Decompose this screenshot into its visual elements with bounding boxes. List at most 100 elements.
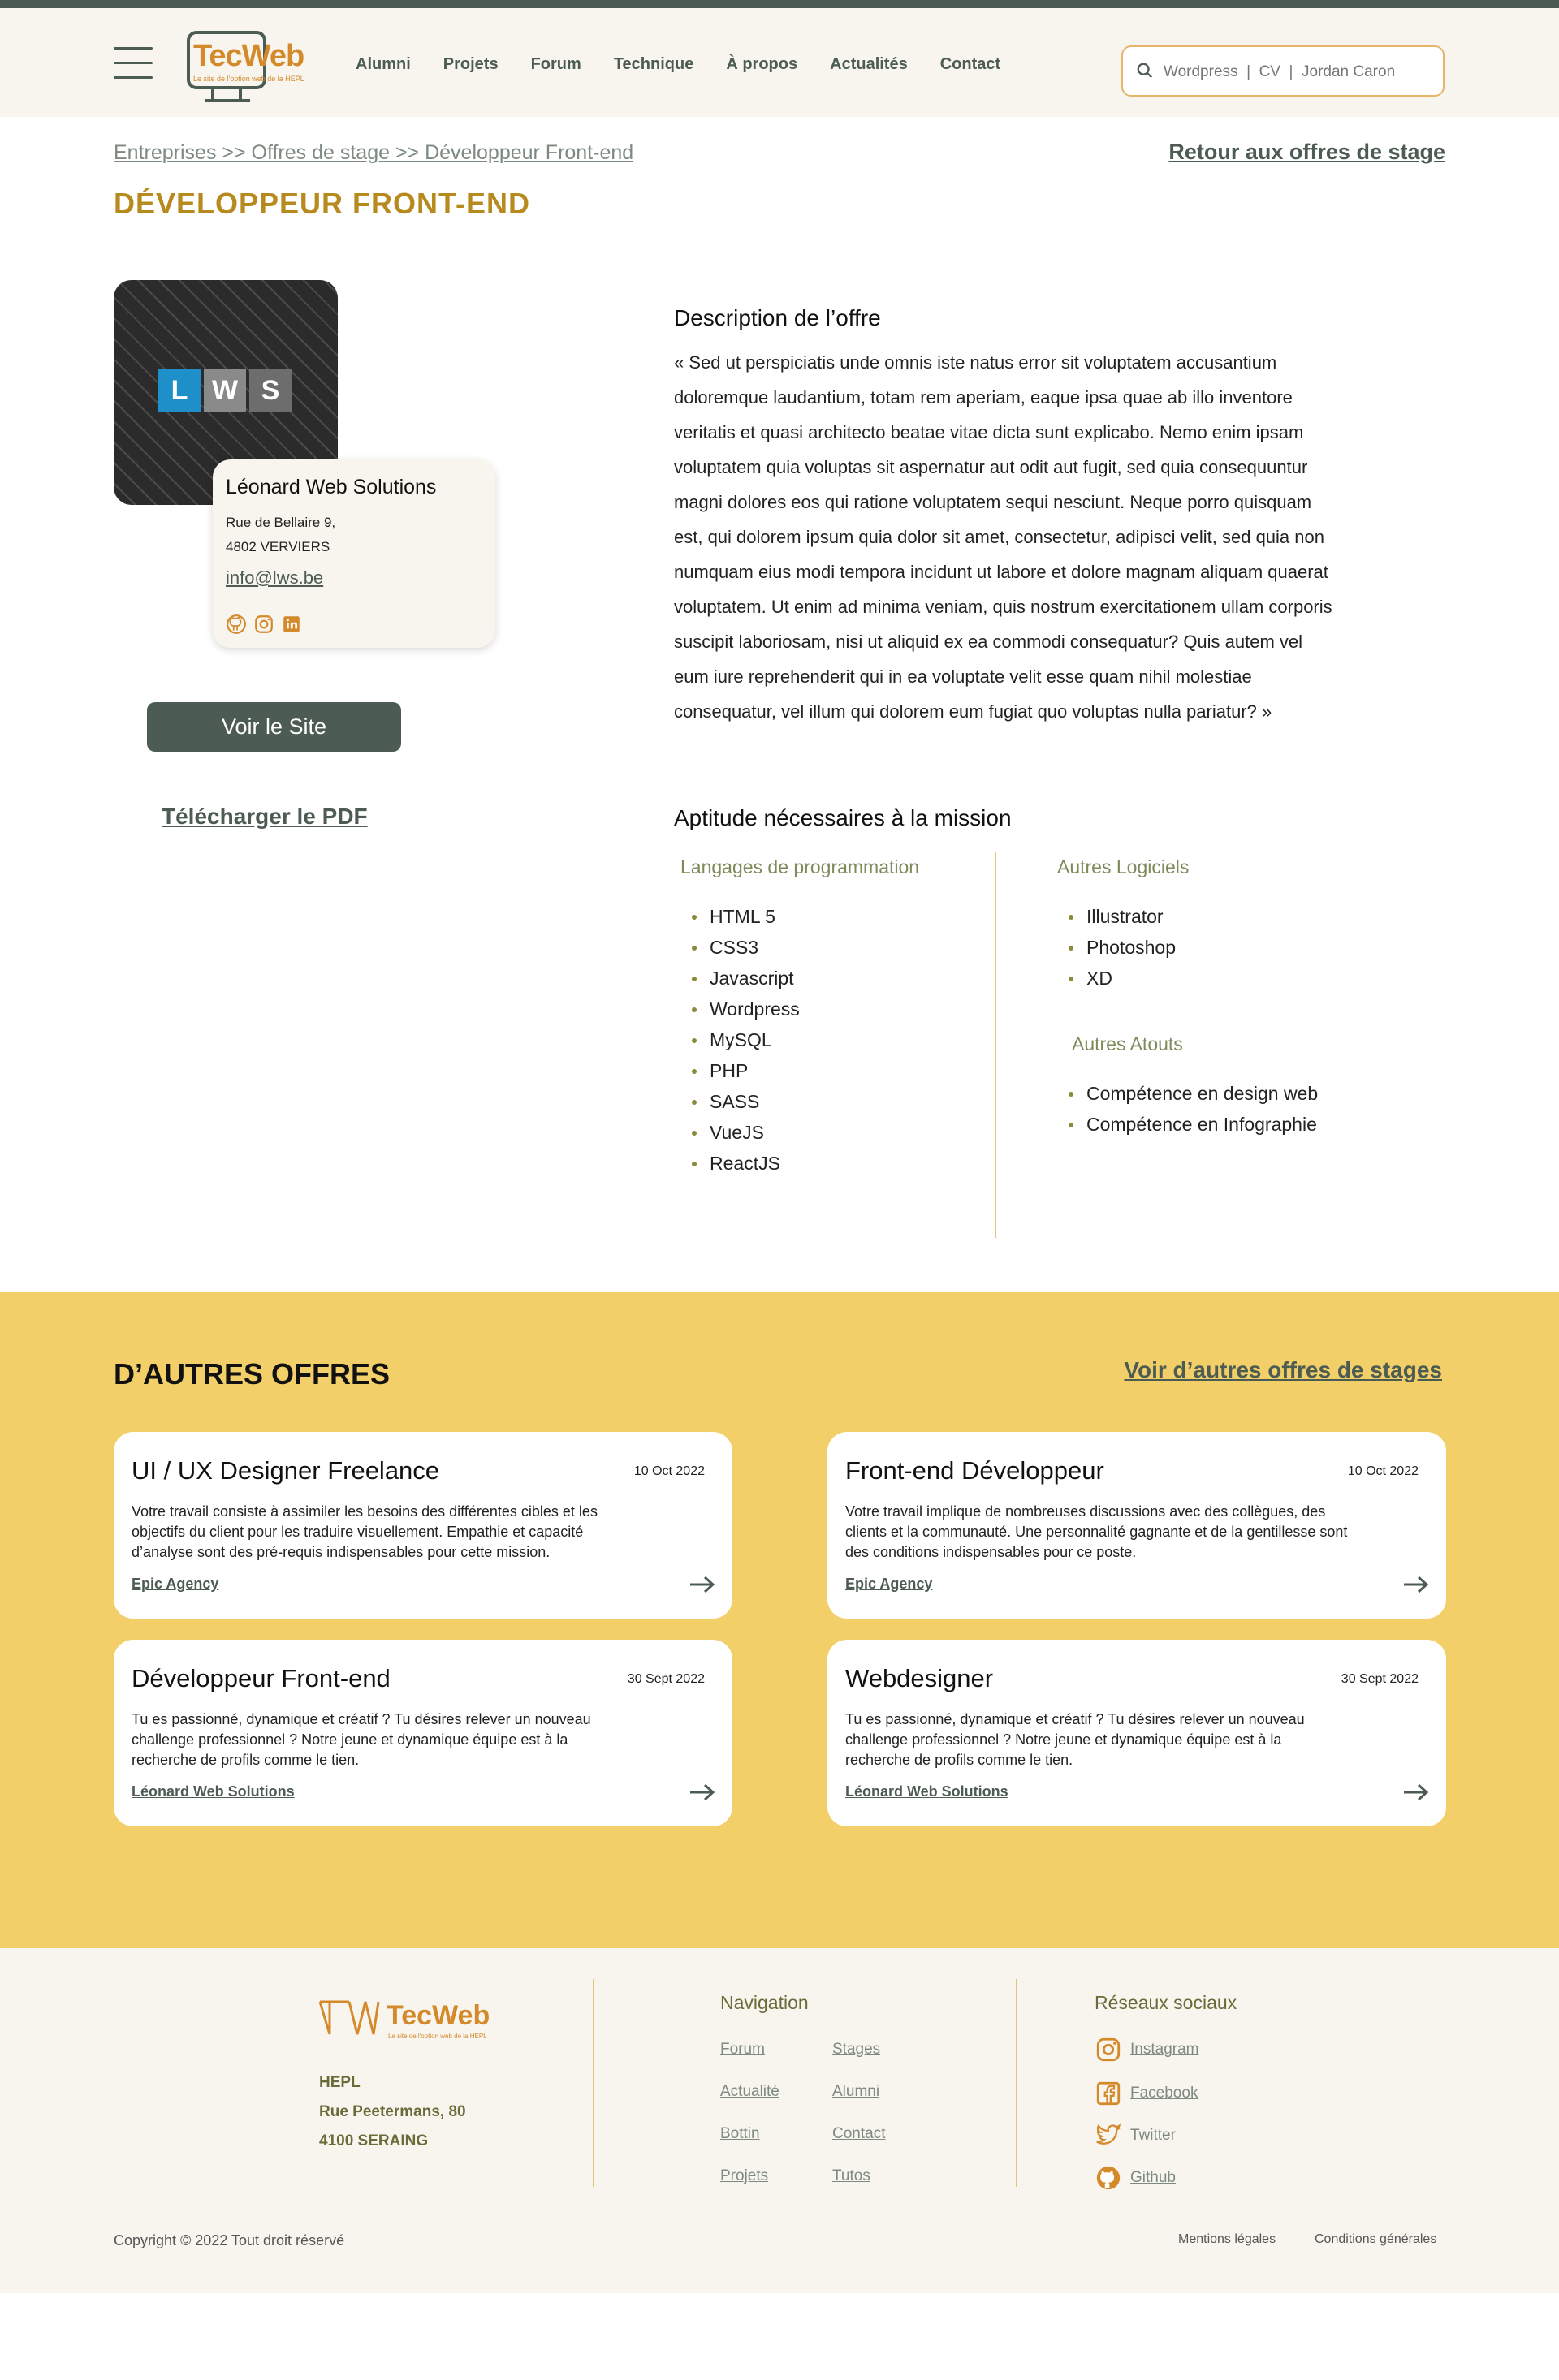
footer-link-stages[interactable]: Stages <box>832 2041 880 2059</box>
address-line: Rue Peetermans, 80 <box>319 2103 466 2120</box>
site-footer: TecWeb Le site de l'option web de la HEP… <box>0 1948 1559 2293</box>
offer-company-link[interactable]: Léonard Web Solutions <box>132 1783 295 1800</box>
company-card: Léonard Web Solutions Rue de Bellaire 9,… <box>213 459 495 648</box>
arrow-right-icon[interactable] <box>1402 1783 1430 1802</box>
company-logo-letters: L W S <box>158 369 292 412</box>
list-item: MySQL <box>692 1024 800 1055</box>
offer-date: 30 Sept 2022 <box>627 1672 705 1686</box>
list-item: Compétence en Infographie <box>1069 1109 1318 1140</box>
nav-projets[interactable]: Projets <box>443 55 499 74</box>
offer-card[interactable]: Développeur Front-end 30 Sept 2022 Tu es… <box>114 1640 732 1826</box>
offer-text: Votre travail consiste à assimiler les b… <box>132 1503 598 1560</box>
list-item: HTML 5 <box>692 901 800 932</box>
search-box[interactable] <box>1121 45 1445 97</box>
company-address-line2: 4802 VERVIERS <box>226 539 330 554</box>
footer-link-actualite[interactable]: Actualité <box>720 2083 780 2101</box>
other-offers-title: D’AUTRES OFFRES <box>114 1357 391 1390</box>
offer-card[interactable]: Front-end Développeur 10 Oct 2022 Votre … <box>827 1432 1446 1619</box>
site-header: TecWeb Le site de l'option web de la HEP… <box>0 8 1559 117</box>
footer-social-instagram[interactable]: Instagram <box>1095 2036 1198 2063</box>
footer-link-projets[interactable]: Projets <box>720 2167 768 2185</box>
search-icon <box>1137 63 1153 79</box>
arrow-right-icon[interactable] <box>689 1783 716 1802</box>
search-input[interactable] <box>1164 58 1432 86</box>
breadcrumb[interactable]: Entreprises >> Offres de stage >> Dévelo… <box>114 141 633 165</box>
offer-date: 10 Oct 2022 <box>1347 1464 1419 1478</box>
terms-link[interactable]: Conditions générales <box>1315 2232 1436 2247</box>
offer-card[interactable]: Webdesigner 30 Sept 2022 Tu es passionné… <box>827 1640 1446 1826</box>
list-item: Wordpress <box>692 994 800 1024</box>
footer-link-forum[interactable]: Forum <box>720 2041 765 2059</box>
twitter-icon <box>1096 2123 1121 2145</box>
nav-a-propos[interactable]: À propos <box>726 55 797 74</box>
social-label: Github <box>1130 2169 1176 2186</box>
address-line: 4100 SERAING <box>319 2132 429 2149</box>
footer-logo-name: TecWeb <box>387 2000 490 2031</box>
software-list: Illustrator Photoshop XD <box>1069 901 1176 994</box>
offer-title: Front-end Développeur <box>845 1456 1104 1485</box>
social-label: Facebook <box>1130 2085 1198 2102</box>
footer-divider <box>593 1979 594 2187</box>
company-address-line1: Rue de Bellaire 9, <box>226 515 336 530</box>
arrow-right-icon[interactable] <box>1402 1575 1430 1594</box>
software-title: Autres Logiciels <box>1057 856 1190 877</box>
footer-link-bottin[interactable]: Bottin <box>720 2125 760 2143</box>
copyright: Copyright © 2022 Tout droit réservé <box>114 2232 345 2248</box>
offer-card[interactable]: UI / UX Designer Freelance 10 Oct 2022 V… <box>114 1432 732 1619</box>
list-item: Javascript <box>692 963 800 994</box>
offer-company-link[interactable]: Léonard Web Solutions <box>845 1783 1008 1800</box>
linkedin-icon[interactable] <box>281 614 302 635</box>
description-text: « Sed ut perspiciatis unde omnis iste na… <box>674 352 1332 722</box>
download-pdf-link[interactable]: Télécharger le PDF <box>162 804 368 830</box>
page-title: DÉVELOPPEUR FRONT-END <box>114 187 531 220</box>
nav-technique[interactable]: Technique <box>614 55 694 74</box>
list-item: ReactJS <box>692 1148 800 1179</box>
nav-contact[interactable]: Contact <box>940 55 1000 74</box>
nav-actualites[interactable]: Actualités <box>830 55 908 74</box>
footer-address: HEPL Rue Peetermans, 80 4100 SERAING <box>319 2068 466 2156</box>
list-item: VueJS <box>692 1117 800 1148</box>
offer-company-link[interactable]: Epic Agency <box>845 1576 932 1593</box>
visit-site-button[interactable]: Voir le Site <box>147 702 401 752</box>
nav-forum[interactable]: Forum <box>531 55 581 74</box>
offer-date: 10 Oct 2022 <box>633 1464 705 1478</box>
list-item: Compétence en design web <box>1069 1078 1318 1109</box>
arrow-right-icon[interactable] <box>689 1575 716 1594</box>
social-label: Twitter <box>1130 2127 1176 2144</box>
logo-letter: W <box>204 369 246 412</box>
back-to-offers-link[interactable]: Retour aux offres de stage <box>1168 140 1445 165</box>
footer-link-alumni[interactable]: Alumni <box>832 2083 879 2101</box>
footer-link-tutos[interactable]: Tutos <box>832 2167 870 2185</box>
footer-divider <box>1016 1979 1017 2187</box>
list-item: Illustrator <box>1069 901 1176 932</box>
top-accent-bar <box>0 0 1559 8</box>
social-label: Instagram <box>1130 2041 1199 2058</box>
instagram-icon <box>1096 2037 1121 2062</box>
logo-tagline: Le site de l'option web de la HEPL <box>193 75 304 83</box>
footer-social-twitter[interactable]: Twitter <box>1095 2122 1176 2149</box>
skills-heading: Aptitude nécessaires à la mission <box>674 805 1012 830</box>
legal-notice-link[interactable]: Mentions légales <box>1178 2232 1276 2247</box>
list-item: Photoshop <box>1069 932 1176 963</box>
instagram-icon[interactable] <box>253 614 274 635</box>
footer-nav-title: Navigation <box>720 1992 809 2013</box>
footer-logo-tagline: Le site de l'option web de la HEPL <box>388 2033 487 2040</box>
more-offers-link[interactable]: Voir d’autres offres de stages <box>1124 1357 1442 1383</box>
languages-title: Langages de programmation <box>680 856 920 877</box>
logo-name: TecWeb <box>193 39 304 73</box>
footer-logo[interactable]: TecWeb Le site de l'option web de la HEP… <box>318 1998 521 2044</box>
logo-letter: L <box>158 369 201 412</box>
offer-date: 30 Sept 2022 <box>1341 1672 1419 1686</box>
hamburger-menu-icon[interactable] <box>114 47 153 83</box>
company-email-link[interactable]: info@lws.be <box>226 567 482 589</box>
skills-divider <box>995 852 996 1238</box>
offer-text: Tu es passionné, dynamique et créatif ? … <box>132 1711 591 1768</box>
github-icon[interactable] <box>226 614 247 635</box>
footer-social-github[interactable]: Github <box>1095 2164 1176 2192</box>
offer-company-link[interactable]: Epic Agency <box>132 1576 218 1593</box>
assets-title: Autres Atouts <box>1072 1033 1183 1054</box>
nav-alumni[interactable]: Alumni <box>356 55 411 74</box>
site-logo[interactable]: TecWeb Le site de l'option web de la HEP… <box>187 31 325 104</box>
footer-social-facebook[interactable]: Facebook <box>1095 2080 1198 2107</box>
footer-link-contact[interactable]: Contact <box>832 2125 885 2143</box>
